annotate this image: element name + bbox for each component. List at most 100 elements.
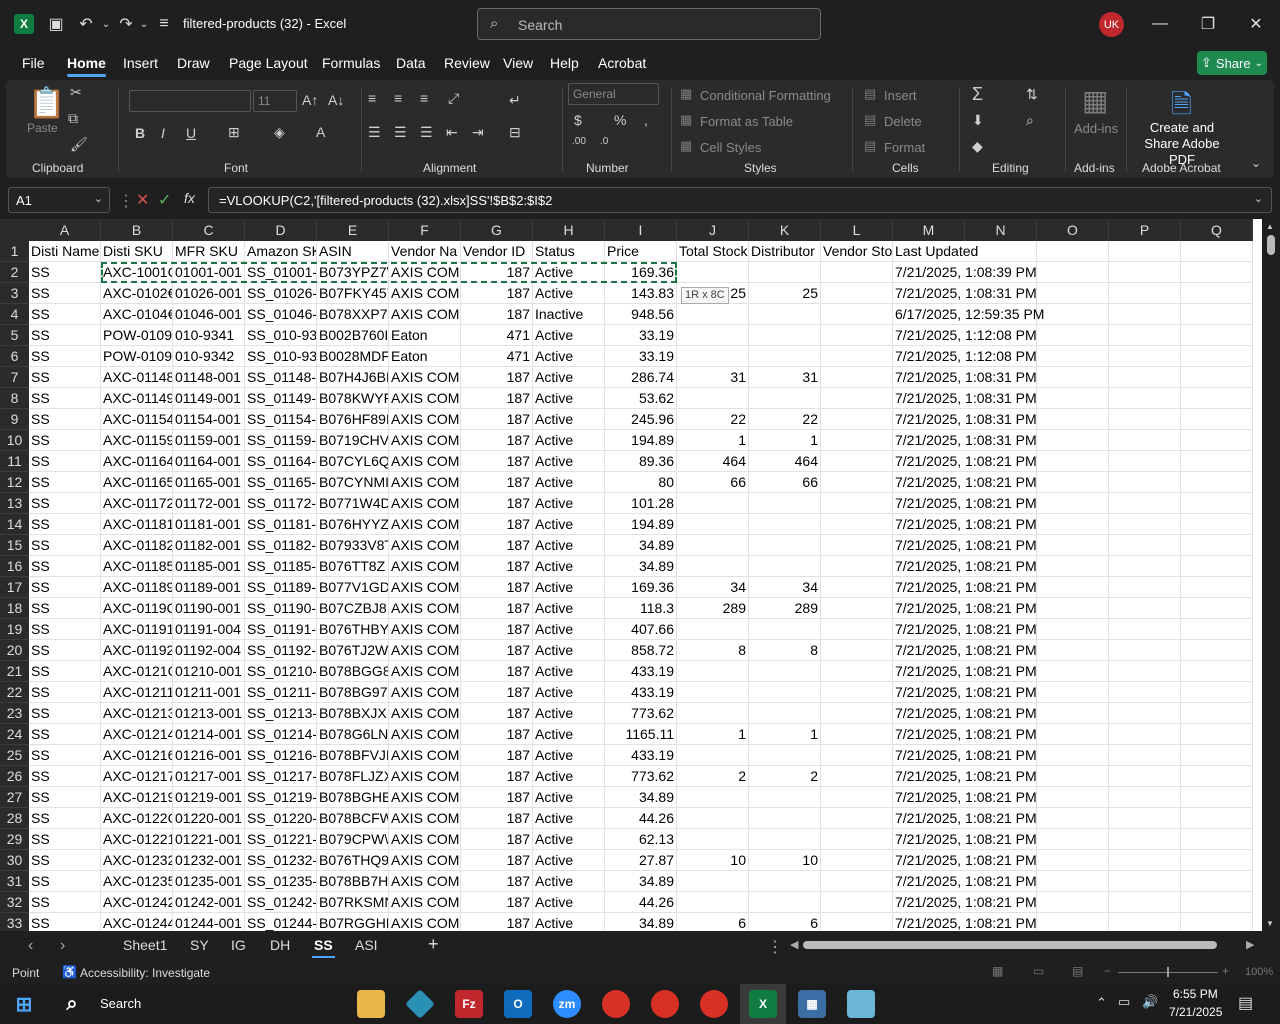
minimize-icon[interactable]: — (1147, 12, 1173, 36)
table-cell[interactable] (749, 871, 821, 892)
zoom-out-icon[interactable]: − (1104, 964, 1111, 978)
column-header[interactable]: K (749, 219, 821, 241)
table-cell[interactable]: 22 (677, 409, 749, 430)
table-cell[interactable]: B07RKSMN (317, 892, 389, 913)
row-header[interactable]: 13 (0, 493, 29, 514)
table-cell[interactable]: 01210-001 (173, 661, 245, 682)
table-cell[interactable] (749, 745, 821, 766)
tab-formulas[interactable]: Formulas (322, 55, 380, 71)
table-cell[interactable]: B078BB7H (317, 871, 389, 892)
add-sheet-icon[interactable]: + (428, 934, 439, 955)
column-header[interactable]: N (965, 219, 1037, 241)
table-cell[interactable]: 7/21/2025, 1:08:21 PM (893, 829, 1037, 850)
percent-icon[interactable]: % (614, 112, 626, 128)
table-cell[interactable]: Active (533, 514, 605, 535)
table-cell[interactable] (1037, 808, 1109, 829)
table-cell[interactable]: 7/21/2025, 1:08:21 PM (893, 913, 1037, 931)
zoom-slider-thumb[interactable] (1167, 967, 1169, 977)
table-cell[interactable]: B0028MDF (317, 346, 389, 367)
table-cell[interactable]: AXIS COMI (389, 304, 461, 325)
table-cell[interactable]: 7/21/2025, 1:08:21 PM (893, 556, 1037, 577)
table-cell[interactable]: SS (29, 787, 101, 808)
table-cell[interactable]: SS (29, 661, 101, 682)
tab-acrobat[interactable]: Acrobat (598, 55, 646, 71)
table-cell[interactable]: B078BCFW (317, 808, 389, 829)
table-cell[interactable]: 948.56 (605, 304, 677, 325)
table-cell[interactable] (1037, 367, 1109, 388)
font-color-icon[interactable]: A (316, 124, 325, 140)
table-cell[interactable]: B0719CHV (317, 430, 389, 451)
select-all-corner[interactable] (0, 219, 29, 241)
table-cell[interactable]: AXIS COMI (389, 598, 461, 619)
table-cell[interactable] (1037, 703, 1109, 724)
table-cell[interactable]: 62.13 (605, 829, 677, 850)
table-cell[interactable]: 01232-001 (173, 850, 245, 871)
table-cell[interactable] (1109, 388, 1181, 409)
table-cell[interactable] (677, 535, 749, 556)
table-cell[interactable]: 187 (461, 472, 533, 493)
table-cell[interactable] (1109, 367, 1181, 388)
table-cell[interactable]: SS_01172-( (245, 493, 317, 514)
column-header[interactable]: M (893, 219, 965, 241)
table-cell[interactable]: SS (29, 724, 101, 745)
table-cell[interactable]: 1 (749, 724, 821, 745)
row-header[interactable]: 30 (0, 850, 29, 871)
sheet-tab-dh[interactable]: DH (270, 937, 290, 953)
tab-view[interactable]: View (503, 55, 533, 71)
table-cell[interactable]: 01190-001 (173, 598, 245, 619)
table-cell[interactable]: AXC-01217 (101, 766, 173, 787)
table-cell[interactable]: 7/21/2025, 1:08:21 PM (893, 724, 1037, 745)
table-cell[interactable]: 187 (461, 430, 533, 451)
enter-icon[interactable]: ✓ (158, 190, 171, 210)
conditional-formatting-icon[interactable]: ▦ (680, 86, 692, 102)
table-cell[interactable]: Active (533, 283, 605, 304)
table-cell[interactable]: AXIS COMI (389, 661, 461, 682)
table-cell[interactable]: AXC-01219 (101, 787, 173, 808)
table-cell[interactable] (677, 346, 749, 367)
table-cell[interactable] (749, 304, 821, 325)
table-cell[interactable] (1181, 493, 1253, 514)
table-cell[interactable]: Active (533, 640, 605, 661)
table-cell[interactable] (821, 283, 893, 304)
table-cell[interactable]: 7/21/2025, 1:08:21 PM (893, 598, 1037, 619)
table-cell[interactable] (821, 598, 893, 619)
table-cell[interactable]: SS (29, 283, 101, 304)
header-cell[interactable]: Vendor ID (461, 241, 533, 262)
table-cell[interactable] (821, 409, 893, 430)
table-cell[interactable]: 01149-001 (173, 388, 245, 409)
table-cell[interactable] (1181, 430, 1253, 451)
table-cell[interactable]: AXIS COMI (389, 808, 461, 829)
table-cell[interactable]: POW-0109 (101, 346, 173, 367)
table-cell[interactable]: AXC-01189 (101, 577, 173, 598)
table-cell[interactable] (1109, 640, 1181, 661)
table-cell[interactable]: AXC-0119C (101, 598, 173, 619)
table-cell[interactable] (1109, 619, 1181, 640)
table-cell[interactable]: B078G6LN (317, 724, 389, 745)
paste-label[interactable]: Paste (27, 121, 58, 135)
tab-options-icon[interactable]: ⋮ (767, 937, 783, 957)
table-cell[interactable]: 773.62 (605, 766, 677, 787)
table-cell[interactable]: SS (29, 367, 101, 388)
table-cell[interactable]: SS_01214-( (245, 724, 317, 745)
accessibility-icon[interactable]: ♿ (62, 965, 77, 979)
table-cell[interactable] (677, 787, 749, 808)
table-cell[interactable]: 6/17/2025, 12:59:35 PM (893, 304, 1044, 325)
column-header[interactable]: O (1037, 219, 1109, 241)
table-cell[interactable] (677, 304, 749, 325)
table-cell[interactable]: 169.36 (605, 262, 677, 283)
table-cell[interactable]: 01182-001 (173, 535, 245, 556)
header-cell[interactable]: Status (533, 241, 605, 262)
table-cell[interactable]: 01211-001 (173, 682, 245, 703)
table-cell[interactable]: 7/21/2025, 1:08:31 PM (893, 367, 1037, 388)
table-cell[interactable]: Eaton (389, 346, 461, 367)
table-cell[interactable] (749, 703, 821, 724)
redo-icon[interactable]: ↷ (116, 14, 136, 34)
table-cell[interactable]: 01220-001 (173, 808, 245, 829)
table-cell[interactable]: Active (533, 451, 605, 472)
page-layout-view-icon[interactable]: ▭ (1033, 964, 1044, 978)
table-cell[interactable]: 187 (461, 304, 533, 325)
table-cell[interactable]: 8 (749, 640, 821, 661)
table-cell[interactable]: AXIS COMI (389, 913, 461, 931)
table-cell[interactable] (749, 619, 821, 640)
table-cell[interactable]: AXC-01192 (101, 640, 173, 661)
